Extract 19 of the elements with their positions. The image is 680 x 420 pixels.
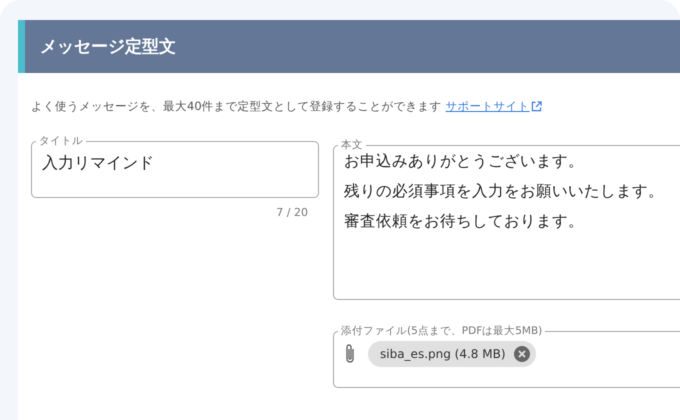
file-chip[interactable]: siba_es.png (4.8 MB): [368, 341, 536, 367]
attachment-field[interactable]: 添付ファイル(5点まで、PDFは最大5MB) siba_es.png (4.8 MB): [333, 324, 680, 388]
support-link[interactable]: サポートサイト: [446, 99, 530, 114]
field-label: タイトル: [38, 134, 84, 148]
panel-title: メッセージ定型文: [40, 36, 176, 58]
text-line: お申込みありがとうございます。: [344, 151, 584, 172]
field-label: 本文: [340, 138, 364, 152]
paperclip-icon[interactable]: [344, 343, 356, 365]
title-field[interactable]: タイトル 入力リマインド: [31, 134, 319, 198]
description-text: よく使うメッセージを、最大40件まで定型文として登録することができます: [31, 99, 442, 114]
character-counter: 7 / 20: [275, 206, 308, 219]
field-label: 添付ファイル(5点まで、PDFは最大5MB): [340, 324, 544, 338]
body-field[interactable]: 本文 お申込みありがとうございます。 残りの必須事項を入力をお願いいたします。 審査依頼をお待ちしております。: [333, 138, 680, 300]
text-line: 審査依頼をお待ちしております。: [344, 211, 584, 232]
accent-stripe: [18, 20, 25, 73]
field-value: 入力リマインド: [42, 153, 155, 174]
external-link-icon: [530, 101, 542, 112]
text-line: 残りの必須事項を入力をお願いいたします。: [344, 181, 664, 202]
remove-icon[interactable]: [514, 346, 530, 362]
